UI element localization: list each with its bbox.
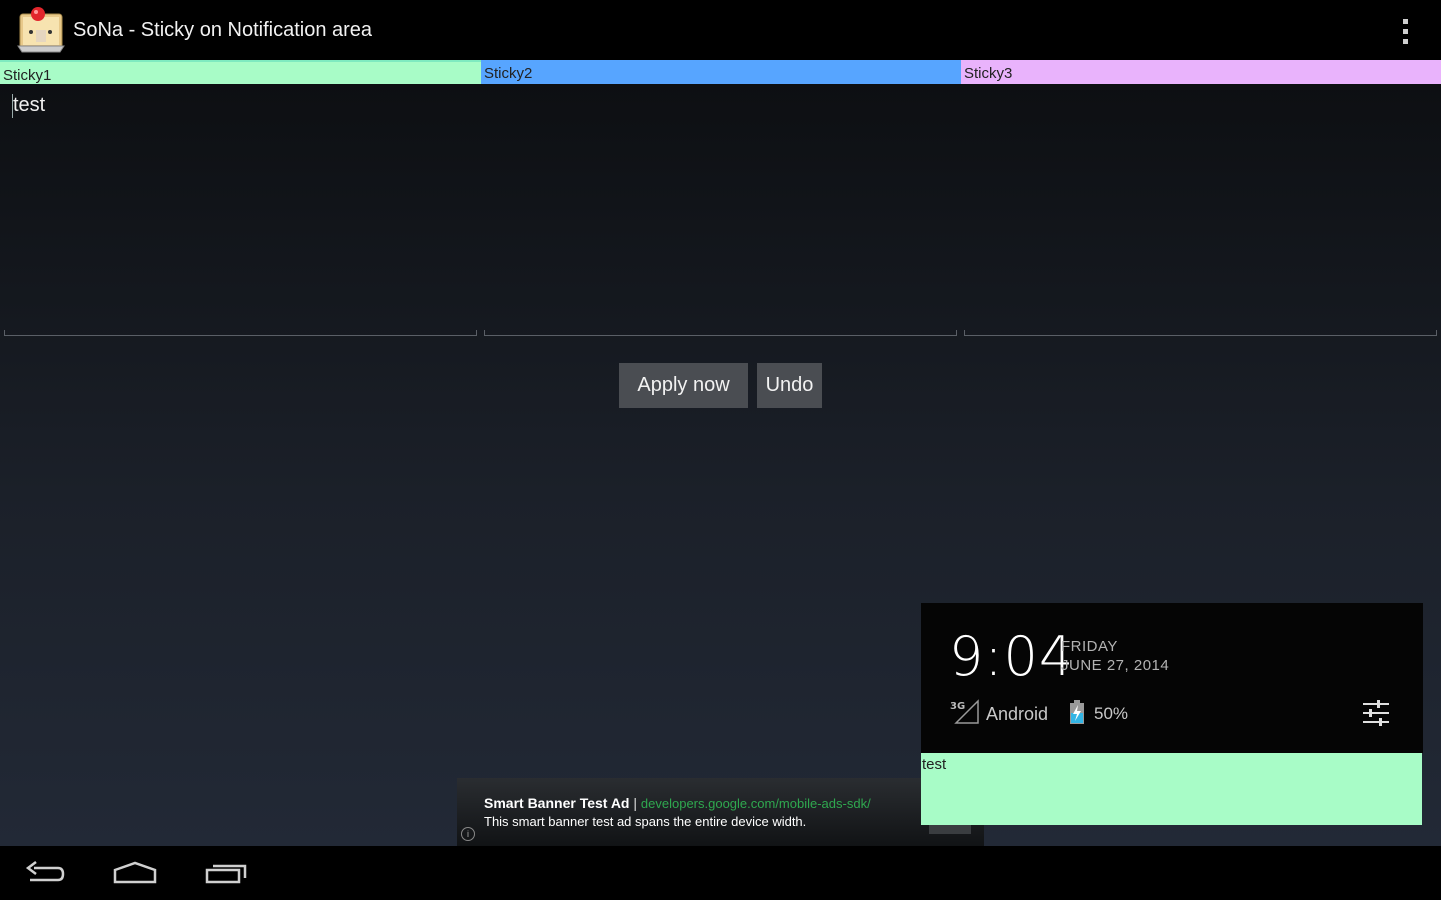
navigation-bar [0,846,1441,900]
ad-link[interactable]: developers.google.com/mobile-ads-sdk/ [641,796,871,811]
sticky1-text: test [13,94,46,116]
apply-now-button[interactable]: Apply now [619,363,748,408]
recent-apps-icon[interactable] [205,860,247,888]
ad-separator: | [633,795,638,811]
network-type: 3G [950,701,965,712]
app-title: SoNa - Sticky on Notification area [73,19,373,41]
clock-date: JUNE 27, 2014 [1061,657,1170,674]
quick-settings-icon[interactable] [1361,698,1391,728]
ad-info-icon[interactable]: i [461,827,475,841]
sticky1-text-field[interactable]: test [4,84,477,336]
action-bar: SoNa - Sticky on Notification area [0,0,1441,60]
tab-sticky2[interactable]: Sticky2 [481,60,961,84]
sticky-note-app-icon[interactable] [16,6,68,54]
tab-sticky3[interactable]: Sticky3 [961,60,1441,84]
field-underline [4,330,477,336]
clock-day: FRIDAY [1061,638,1118,655]
battery-percent: 50% [1094,704,1129,723]
carrier-name: Android [986,704,1049,724]
overflow-menu-icon[interactable] [1392,14,1418,48]
ad-title-line: Smart Banner Test Ad | developers.google… [484,795,871,811]
ad-banner[interactable]: Smart Banner Test Ad | developers.google… [457,778,984,846]
sticky2-text-field[interactable] [484,84,957,336]
field-underline [484,330,957,336]
undo-button[interactable]: Undo [757,363,822,408]
notification-panel: 9:04 FRIDAY JUNE 27, 2014 3G Android 50% [921,603,1423,753]
signal-3g-icon: 3G [950,699,980,725]
sticky3-text-field[interactable] [964,84,1437,336]
notification-sticky-text: test [922,756,947,773]
clock-time: 9:04 [949,625,1075,688]
tab-sticky1[interactable]: Sticky1 [0,60,481,84]
home-icon[interactable] [113,860,157,888]
field-underline [964,330,1437,336]
notification-sticky-note[interactable]: test [921,753,1422,825]
battery-charging-icon [1070,700,1084,724]
back-icon[interactable] [24,860,66,888]
ad-description: This smart banner test ad spans the enti… [484,814,807,829]
ad-title: Smart Banner Test Ad [484,795,630,811]
